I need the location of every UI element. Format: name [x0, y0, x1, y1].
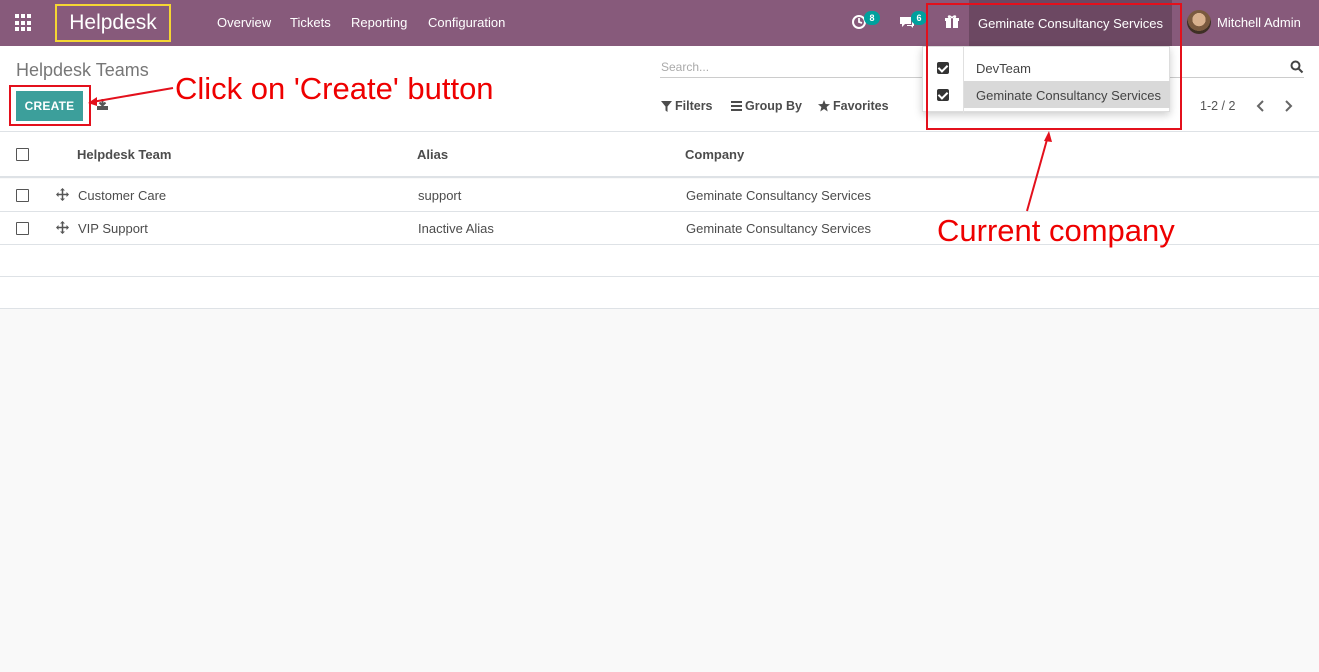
- group-by-bars-icon: [731, 101, 742, 111]
- messages-count-badge: 6: [911, 11, 927, 25]
- import-icon[interactable]: [96, 99, 109, 111]
- table-row[interactable]: Customer Care support Geminate Consultan…: [0, 179, 1319, 212]
- table-header: Helpdesk Team Alias Company: [0, 132, 1319, 178]
- user-avatar[interactable]: [1187, 10, 1211, 34]
- group-by-label: Group By: [745, 99, 802, 113]
- pager-value[interactable]: 1-2 / 2: [1200, 99, 1235, 113]
- menu-configuration[interactable]: Configuration: [428, 15, 505, 30]
- menu-reporting[interactable]: Reporting: [351, 15, 407, 30]
- company-highlight-box: [926, 3, 1182, 130]
- menu-tickets[interactable]: Tickets: [290, 15, 331, 30]
- filters-button[interactable]: Filters: [661, 99, 713, 113]
- column-header-team[interactable]: Helpdesk Team: [77, 147, 171, 162]
- favorites-button[interactable]: Favorites: [818, 99, 889, 113]
- alias-cell: support: [418, 188, 462, 203]
- page-title: Helpdesk Teams: [16, 60, 149, 80]
- favorites-label: Favorites: [833, 99, 889, 113]
- app-brand[interactable]: Helpdesk: [55, 4, 171, 42]
- activity-count-badge: 8: [864, 11, 880, 25]
- empty-row: [0, 245, 1319, 277]
- create-annotation-text: Click on 'Create' button: [175, 71, 494, 106]
- group-by-button[interactable]: Group By: [731, 99, 802, 113]
- apps-menu-icon[interactable]: [15, 14, 33, 32]
- filters-label: Filters: [675, 99, 713, 113]
- pager-next-icon[interactable]: [1283, 99, 1293, 113]
- row-checkbox[interactable]: [16, 189, 29, 202]
- user-name[interactable]: Mitchell Admin: [1217, 15, 1301, 30]
- team-name-cell: Customer Care: [78, 188, 167, 203]
- search-icon[interactable]: [1290, 60, 1304, 74]
- pager-previous-icon[interactable]: [1256, 99, 1266, 113]
- column-header-alias[interactable]: Alias: [417, 147, 448, 162]
- filter-funnel-icon: [661, 100, 672, 112]
- star-icon: [818, 100, 830, 112]
- alias-cell: Inactive Alias: [418, 221, 494, 236]
- company-annotation-text: Current company: [937, 213, 1175, 248]
- create-highlight-box: [9, 85, 91, 126]
- select-all-checkbox[interactable]: [16, 148, 29, 161]
- search-input[interactable]: Search...: [661, 60, 709, 74]
- company-cell: Geminate Consultancy Services: [686, 188, 871, 203]
- team-name-cell: VIP Support: [78, 221, 148, 236]
- drag-handle-icon[interactable]: [56, 221, 69, 234]
- menu-overview[interactable]: Overview: [217, 15, 271, 30]
- empty-row: [0, 277, 1319, 309]
- row-checkbox[interactable]: [16, 222, 29, 235]
- company-cell: Geminate Consultancy Services: [686, 221, 871, 236]
- column-header-company[interactable]: Company: [685, 147, 744, 162]
- drag-handle-icon[interactable]: [56, 188, 69, 201]
